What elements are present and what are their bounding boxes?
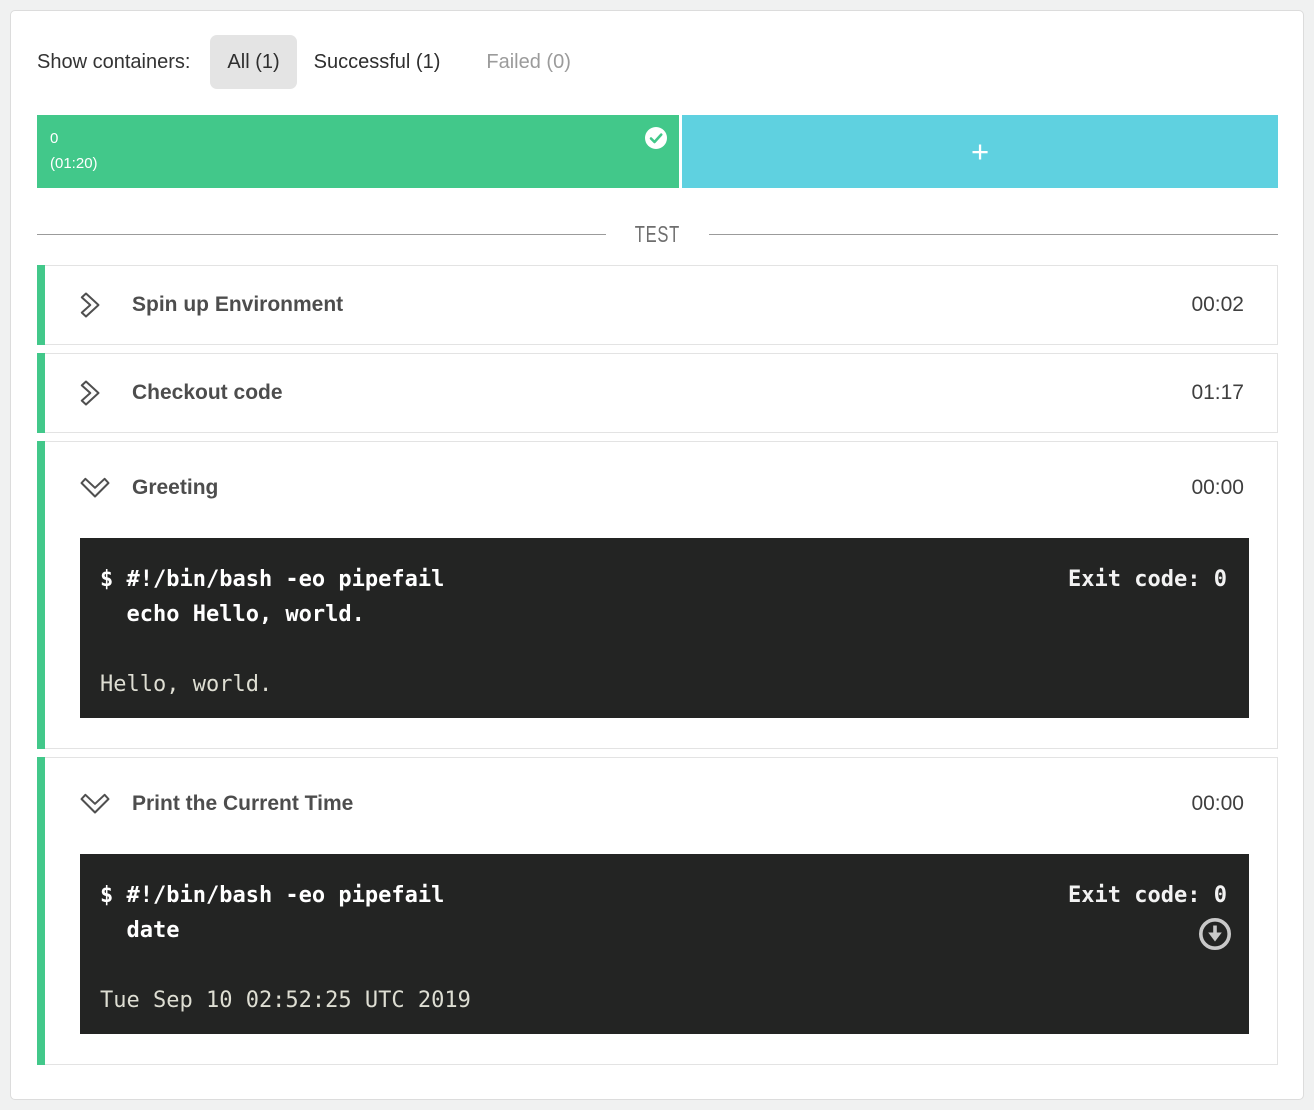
- terminal-output-greeting: $ #!/bin/bash -eo pipefail echo Hello, w…: [80, 538, 1249, 718]
- filter-failed-button[interactable]: Failed (0): [469, 35, 587, 89]
- container-bar-row: 0 (01:20) +: [37, 115, 1278, 188]
- download-log-button[interactable]: [1197, 916, 1233, 952]
- output-line: Tue Sep 10 02:52:25 UTC 2019: [100, 983, 1229, 1018]
- container-tab-0[interactable]: 0 (01:20): [37, 115, 679, 188]
- plus-icon: +: [971, 134, 989, 170]
- container-index: 0: [50, 126, 666, 151]
- step-title: Print the Current Time: [132, 792, 1191, 816]
- step-row-print-current-time: Print the Current Time 00:00 $ #!/bin/ba…: [37, 757, 1278, 1065]
- command-line: echo Hello, world.: [100, 597, 1229, 632]
- container-meta: 0 (01:20): [37, 115, 679, 187]
- step-row-greeting: Greeting 00:00 $ #!/bin/bash -eo pipefai…: [37, 441, 1278, 749]
- section-title: TEST: [635, 221, 680, 248]
- download-icon: [1197, 916, 1233, 952]
- container-duration: (01:20): [50, 151, 666, 176]
- command-line: $ #!/bin/bash -eo pipefail: [100, 878, 1229, 913]
- step-duration: 00:00: [1191, 792, 1244, 816]
- command-line: $ #!/bin/bash -eo pipefail: [100, 562, 1229, 597]
- step-header[interactable]: Print the Current Time 00:00: [38, 758, 1277, 850]
- terminal-blank-line: [100, 632, 1229, 667]
- terminal-blank-line: [100, 948, 1229, 983]
- step-duration: 00:02: [1191, 293, 1244, 317]
- filter-successful-button[interactable]: Successful (1): [297, 35, 458, 89]
- add-container-button[interactable]: +: [682, 115, 1278, 188]
- command-line: date: [100, 913, 1229, 948]
- divider-line-left: [37, 234, 606, 235]
- success-check-icon: [644, 126, 668, 150]
- job-steps-panel: Show containers: All (1) Successful (1) …: [10, 10, 1304, 1100]
- step-status-accent: [37, 353, 45, 433]
- step-header[interactable]: Spin up Environment 00:02: [38, 266, 1277, 344]
- chevron-down-icon: [78, 791, 114, 817]
- step-title: Spin up Environment: [132, 293, 1191, 317]
- chevron-right-icon: [78, 290, 114, 320]
- chevron-down-icon: [78, 475, 114, 501]
- step-status-accent: [37, 757, 45, 1065]
- step-duration: 01:17: [1191, 381, 1244, 405]
- step-title: Greeting: [132, 476, 1191, 500]
- chevron-right-icon: [78, 378, 114, 408]
- test-section-divider: TEST: [37, 222, 1278, 246]
- step-header[interactable]: Greeting 00:00: [38, 442, 1277, 534]
- show-containers-label: Show containers:: [37, 51, 190, 74]
- exit-code-label: Exit code: 0: [1068, 878, 1227, 913]
- step-list: Spin up Environment 00:02 Checkout code …: [37, 265, 1278, 1065]
- container-filter-row: Show containers: All (1) Successful (1) …: [37, 35, 1278, 89]
- step-row-checkout-code: Checkout code 01:17: [37, 353, 1278, 433]
- exit-code-label: Exit code: 0: [1068, 562, 1227, 597]
- step-row-spin-up-environment: Spin up Environment 00:02: [37, 265, 1278, 345]
- filter-all-button[interactable]: All (1): [210, 35, 296, 89]
- divider-line-right: [709, 234, 1278, 235]
- step-title: Checkout code: [132, 381, 1191, 405]
- step-duration: 00:00: [1191, 476, 1244, 500]
- terminal-output-print-current-time: $ #!/bin/bash -eo pipefail date Tue Sep …: [80, 854, 1249, 1034]
- output-line: Hello, world.: [100, 667, 1229, 702]
- step-status-accent: [37, 441, 45, 749]
- step-header[interactable]: Checkout code 01:17: [38, 354, 1277, 432]
- step-status-accent: [37, 265, 45, 345]
